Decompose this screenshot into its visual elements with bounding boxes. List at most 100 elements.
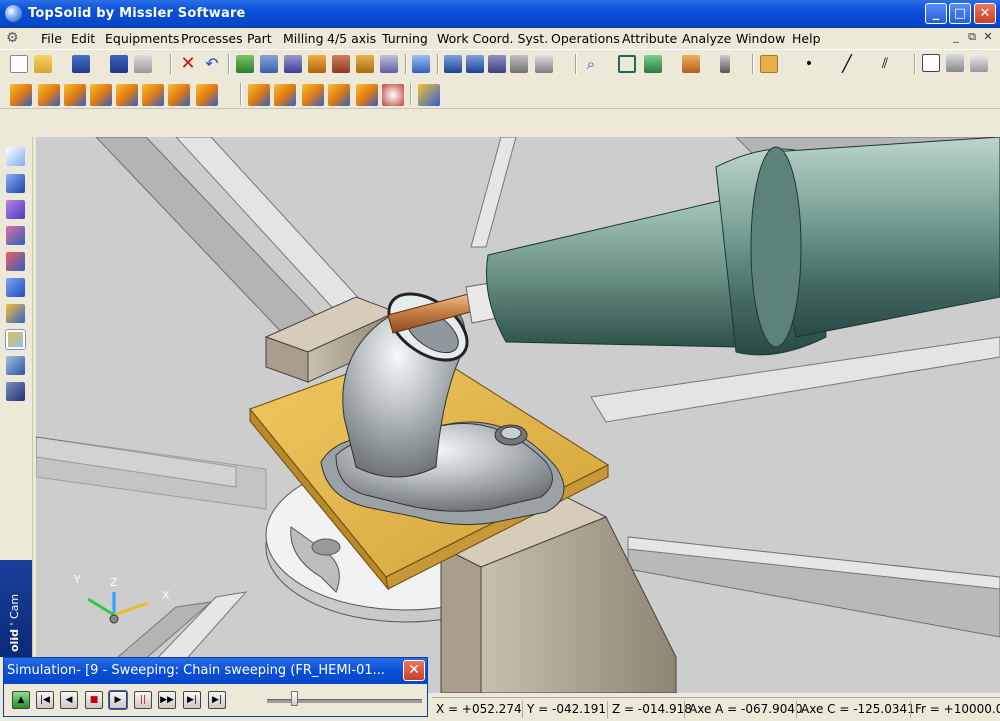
cutter-icon[interactable] <box>308 55 326 73</box>
mdi-minimize-button[interactable]: _ <box>948 30 964 43</box>
mdi-close-button[interactable]: ✕ <box>980 30 996 43</box>
pocket-icon[interactable] <box>10 84 32 106</box>
finishing-icon[interactable] <box>116 84 138 106</box>
mill-icon[interactable] <box>488 55 506 73</box>
drafting-icon[interactable] <box>6 278 25 297</box>
close-button[interactable]: ✕ <box>974 3 996 24</box>
print-icon[interactable] <box>134 55 152 73</box>
color-swatch-icon[interactable] <box>760 55 778 73</box>
sketch-icon[interactable] <box>6 147 25 166</box>
toolbar-area <box>0 109 1000 137</box>
sweep-icon[interactable] <box>168 84 190 106</box>
menu-processes[interactable]: Processes <box>181 31 243 46</box>
side-brand-panel: olid ' Cam <box>0 560 32 657</box>
chamfer-icon[interactable] <box>328 84 350 106</box>
sim-step-back-button[interactable]: ◀ <box>60 691 78 709</box>
path-icon[interactable] <box>444 55 462 73</box>
sim-speed-slider-thumb[interactable] <box>291 691 298 706</box>
tool-icon[interactable] <box>260 55 278 73</box>
sim-pause-button[interactable]: || <box>134 691 152 709</box>
sim-first-button[interactable]: |◀ <box>36 691 54 709</box>
select-icon[interactable] <box>412 55 430 73</box>
menu-analyze[interactable]: Analyze <box>682 31 731 46</box>
menu-work-coord-syst[interactable]: Work Coord. Syst. <box>437 31 548 46</box>
sim-fast-forward-button[interactable]: ▶▶ <box>158 691 176 709</box>
gear-icon[interactable]: ⚙ <box>6 30 22 46</box>
holder-icon[interactable] <box>332 55 350 73</box>
status-z: Z = -014.918 <box>607 701 692 718</box>
menu-file[interactable]: File <box>41 31 62 46</box>
spindle-icon[interactable] <box>418 84 440 106</box>
layer-icon[interactable] <box>720 55 730 73</box>
insert-icon[interactable] <box>356 55 374 73</box>
machining-toolbar <box>0 78 1000 109</box>
simulation-close-button[interactable]: ✕ <box>403 660 425 681</box>
surface-icon[interactable] <box>6 226 25 245</box>
table-icon[interactable] <box>535 55 553 73</box>
menu-edit[interactable]: Edit <box>71 31 95 46</box>
contour-icon[interactable] <box>38 84 60 106</box>
drill-icon[interactable] <box>284 55 302 73</box>
line-style-icon[interactable]: ╱ <box>838 55 856 73</box>
cam-milling-icon[interactable] <box>6 330 25 349</box>
point-style-icon[interactable]: • <box>800 55 818 73</box>
zlevel-icon[interactable] <box>142 84 164 106</box>
sim-last-button[interactable]: ▶| <box>208 691 226 709</box>
menu-milling[interactable]: Milling <box>283 31 324 46</box>
save-icon[interactable] <box>72 55 90 73</box>
3d-viewport[interactable]: Y Z X <box>36 137 1000 693</box>
sim-eject-button[interactable]: ▲ <box>12 691 30 709</box>
sim-step-forward-button[interactable]: ▶| <box>183 691 201 709</box>
assembly-icon[interactable] <box>6 252 25 271</box>
view-icon[interactable] <box>644 55 662 73</box>
tapping-icon[interactable] <box>274 84 296 106</box>
open-folder-icon[interactable] <box>34 55 52 73</box>
compare-icon[interactable] <box>946 54 964 72</box>
menu-turning[interactable]: Turning <box>382 31 428 46</box>
menu-operations[interactable]: Operations <box>551 31 620 46</box>
curve-icon[interactable] <box>6 200 25 219</box>
trim-icon[interactable] <box>466 55 484 73</box>
app-icon[interactable] <box>5 5 22 22</box>
menu-attribute[interactable]: Attribute <box>622 31 677 46</box>
machine-icon[interactable] <box>236 55 254 73</box>
hatch-icon[interactable]: ⫽ <box>876 55 894 73</box>
rest-icon[interactable] <box>196 84 218 106</box>
delete-icon[interactable]: ✕ <box>179 55 197 73</box>
hook-icon[interactable] <box>510 55 528 73</box>
menu-window[interactable]: Window <box>736 31 785 46</box>
menu-equipments[interactable]: Equipments <box>105 31 179 46</box>
mdi-restore-button[interactable]: ⧉ <box>964 30 980 44</box>
facing-icon[interactable] <box>64 84 86 106</box>
tooling-icon[interactable] <box>6 356 25 375</box>
document-icon[interactable] <box>922 54 940 72</box>
sim-stop-button[interactable]: ■ <box>85 691 103 709</box>
zoom-icon[interactable]: ⌕ <box>582 55 600 73</box>
roughing-icon[interactable] <box>90 84 112 106</box>
sim-play-button[interactable]: ▶ <box>109 691 127 709</box>
machine-scene[interactable]: Y Z X <box>36 137 1000 693</box>
undo-icon[interactable]: ↶ <box>203 55 221 73</box>
shape-icon[interactable] <box>6 174 25 193</box>
thread-icon[interactable] <box>356 84 378 106</box>
boring-icon[interactable] <box>302 84 324 106</box>
maximize-button[interactable]: □ <box>949 3 971 24</box>
new-file-icon[interactable] <box>10 55 28 73</box>
drilling-icon[interactable] <box>248 84 270 106</box>
toolbar-separator <box>240 83 242 105</box>
info-icon[interactable] <box>110 55 128 73</box>
render-icon[interactable] <box>682 55 700 73</box>
toolbar-separator <box>437 54 439 74</box>
menu-4-5-axis[interactable]: 4/5 axis <box>327 31 376 46</box>
simulation-icon[interactable] <box>382 84 404 106</box>
machine-setup-icon[interactable] <box>6 382 25 401</box>
menu-part[interactable]: Part <box>247 31 272 46</box>
menu-help[interactable]: Help <box>792 31 821 46</box>
toolbar-separator <box>914 54 916 74</box>
zoom-fit-icon[interactable] <box>618 55 636 73</box>
library-icon[interactable] <box>970 54 988 72</box>
minimize-button[interactable]: _ <box>925 3 947 24</box>
toolbar-separator <box>405 54 407 74</box>
probe-icon[interactable] <box>380 55 398 73</box>
cam-icon[interactable] <box>6 304 25 323</box>
